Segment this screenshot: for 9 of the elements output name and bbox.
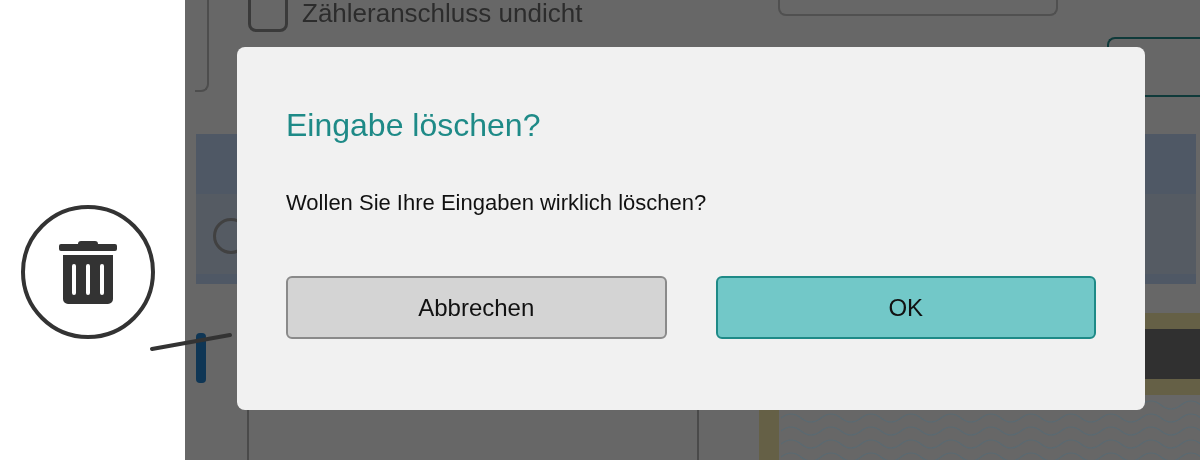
trash-icon: [57, 239, 118, 305]
checkbox-label: Zähleranschluss undicht: [302, 0, 583, 26]
checkbox[interactable]: [248, 0, 288, 32]
ok-button[interactable]: OK: [715, 276, 1096, 339]
cancel-button[interactable]: Abbrechen: [286, 276, 667, 339]
dialog-title: Eingabe löschen?: [286, 106, 542, 145]
color-strip: [759, 410, 779, 460]
dialog-message: Wollen Sie Ihre Eingaben wirklich löschen?: [286, 189, 708, 217]
side-handle[interactable]: [196, 333, 206, 383]
